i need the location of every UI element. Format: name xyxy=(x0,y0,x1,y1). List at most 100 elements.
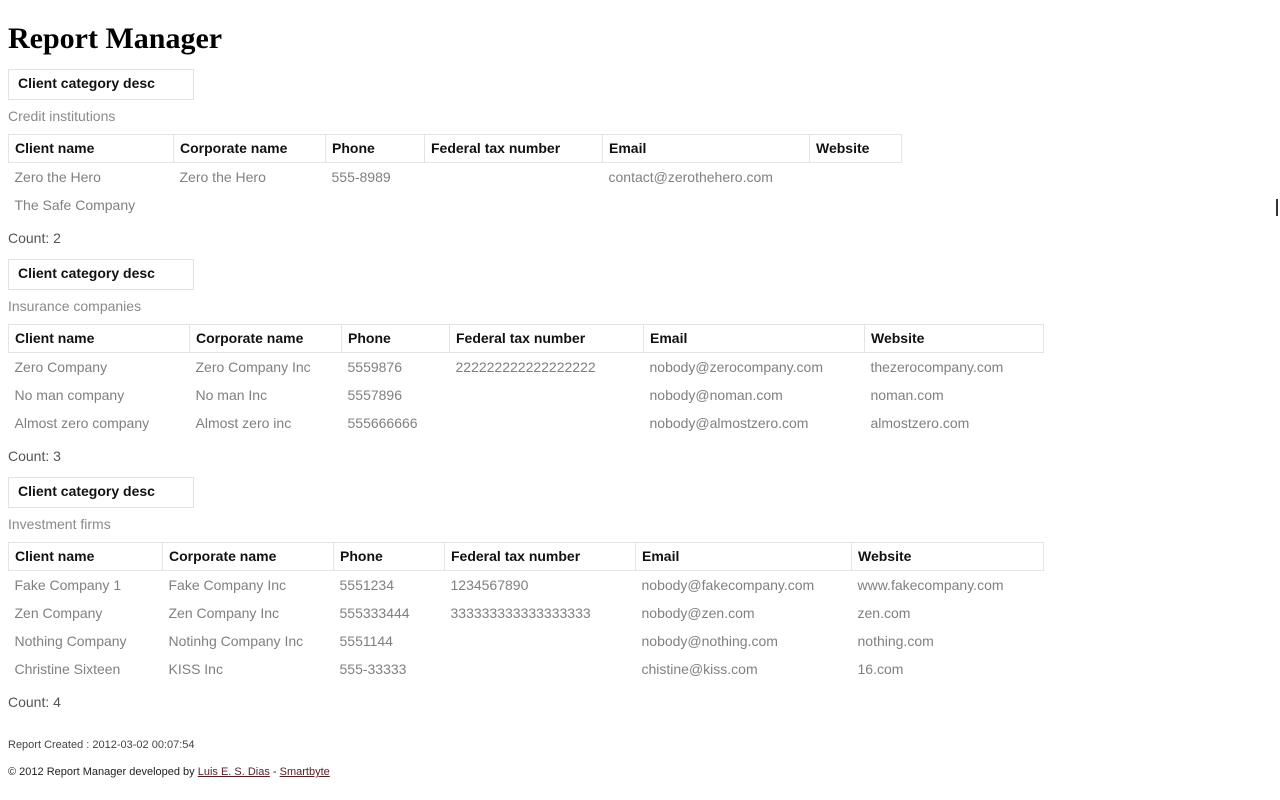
table-cell: Zero Company xyxy=(9,353,190,382)
table-cell: nobody@zen.com xyxy=(636,599,852,627)
table-cell xyxy=(445,655,636,683)
column-header: Client name xyxy=(9,543,163,571)
table-cell: 555666666 xyxy=(342,409,450,437)
category-description: Investment firms xyxy=(8,516,1280,532)
category-header-box: Client category desc xyxy=(8,477,194,508)
row-count: Count: 4 xyxy=(8,694,1280,710)
report-page: Report Manager Client category desc Credi… xyxy=(0,0,1280,779)
column-header: Phone xyxy=(334,543,445,571)
table-cell: Christine Sixteen xyxy=(9,655,163,683)
reports-container: Client category desc Credit institutions C… xyxy=(0,56,1280,710)
table-cell xyxy=(445,627,636,655)
table-cell: Almost zero company xyxy=(9,409,190,437)
report-table: Client nameCorporate namePhoneFederal ta… xyxy=(8,134,902,219)
column-header: Federal tax number xyxy=(445,543,636,571)
table-cell xyxy=(810,191,902,219)
row-count: Count: 3 xyxy=(8,448,1280,464)
table-cell: Zero Company Inc xyxy=(190,353,342,382)
table-cell: www.fakecompany.com xyxy=(852,571,1044,600)
table-cell: nothing.com xyxy=(852,627,1044,655)
table-cell: nobody@zerocompany.com xyxy=(644,353,865,382)
category-description: Insurance companies xyxy=(8,298,1280,314)
table-cell: contact@zerothehero.com xyxy=(603,163,810,192)
table-cell: Fake Company 1 xyxy=(9,571,163,600)
table-cell: Almost zero inc xyxy=(190,409,342,437)
table-cell: 5551234 xyxy=(334,571,445,600)
table-cell xyxy=(174,191,326,219)
category-header-label: Client category desc xyxy=(18,265,155,281)
column-header: Federal tax number xyxy=(425,135,603,163)
company-link[interactable]: Smartbyte xyxy=(280,766,330,778)
table-cell: 222222222222222222 xyxy=(450,353,644,382)
table-cell xyxy=(603,191,810,219)
column-header: Email xyxy=(636,543,852,571)
table-cell: 5559876 xyxy=(342,353,450,382)
table-cell: thezerocompany.com xyxy=(865,353,1044,382)
report-group: Client category desc Investment firms Clie… xyxy=(0,464,1280,710)
table-row: Zero CompanyZero Company Inc555987622222… xyxy=(9,353,1044,382)
table-cell: Nothing Company xyxy=(9,627,163,655)
table-cell: The Safe Company xyxy=(9,191,174,219)
table-cell xyxy=(425,191,603,219)
column-header: Federal tax number xyxy=(450,325,644,353)
table-cell: 555-33333 xyxy=(334,655,445,683)
column-header: Website xyxy=(810,135,902,163)
table-row: No man companyNo man Inc5557896nobody@no… xyxy=(9,381,1044,409)
table-cell: 333333333333333333 xyxy=(445,599,636,627)
table-cell: almostzero.com xyxy=(865,409,1044,437)
footer-credit-prefix: © 2012 Report Manager developed by xyxy=(8,766,198,778)
table-cell: nobody@fakecompany.com xyxy=(636,571,852,600)
table-cell: Zen Company Inc xyxy=(163,599,334,627)
column-header: Client name xyxy=(9,135,174,163)
report-table: Client nameCorporate namePhoneFederal ta… xyxy=(8,324,1044,437)
table-row: Zero the HeroZero the Hero555-8989contac… xyxy=(9,163,902,192)
column-header: Email xyxy=(603,135,810,163)
table-row: Almost zero companyAlmost zero inc555666… xyxy=(9,409,1044,437)
page-title: Report Manager xyxy=(0,0,1280,56)
table-cell: nobody@noman.com xyxy=(644,381,865,409)
table-cell: 16.com xyxy=(852,655,1044,683)
table-cell: Zero the Hero xyxy=(174,163,326,192)
column-header: Email xyxy=(644,325,865,353)
row-count: Count: 2 xyxy=(8,230,1280,246)
footer-separator: - xyxy=(270,766,280,778)
page-footer: Report Created : 2012-03-02 00:07:54 © 2… xyxy=(8,738,1280,779)
category-header-label: Client category desc xyxy=(18,483,155,499)
category-description: Credit institutions xyxy=(8,108,1280,124)
table-row: Fake Company 1Fake Company Inc5551234123… xyxy=(9,571,1044,600)
table-row: Christine SixteenKISS Inc555-33333chisti… xyxy=(9,655,1044,683)
table-cell: 5557896 xyxy=(342,381,450,409)
table-cell xyxy=(810,163,902,192)
column-header: Phone xyxy=(342,325,450,353)
category-header-box: Client category desc xyxy=(8,259,194,290)
table-cell: No man Inc xyxy=(190,381,342,409)
category-header-label: Client category desc xyxy=(18,75,155,91)
table-cell xyxy=(326,191,425,219)
table-cell: 5551144 xyxy=(334,627,445,655)
table-header-row: Client nameCorporate namePhoneFederal ta… xyxy=(9,325,1044,353)
table-cell xyxy=(450,381,644,409)
table-header-row: Client nameCorporate namePhoneFederal ta… xyxy=(9,135,902,163)
table-cell: 555-8989 xyxy=(326,163,425,192)
table-cell xyxy=(425,163,603,192)
footer-credit: © 2012 Report Manager developed by Luis … xyxy=(8,765,1280,779)
table-cell: 555333444 xyxy=(334,599,445,627)
column-header: Website xyxy=(865,325,1044,353)
table-cell: nobody@almostzero.com xyxy=(644,409,865,437)
text-cursor-caret xyxy=(1276,199,1278,216)
author-link[interactable]: Luis E. S. Dias xyxy=(198,766,270,778)
column-header: Corporate name xyxy=(174,135,326,163)
table-cell: noman.com xyxy=(865,381,1044,409)
table-row: Nothing CompanyNotinhg Company Inc555114… xyxy=(9,627,1044,655)
table-cell: KISS Inc xyxy=(163,655,334,683)
table-row: Zen CompanyZen Company Inc55533344433333… xyxy=(9,599,1044,627)
column-header: Phone xyxy=(326,135,425,163)
table-cell: Fake Company Inc xyxy=(163,571,334,600)
column-header: Website xyxy=(852,543,1044,571)
report-table: Client nameCorporate namePhoneFederal ta… xyxy=(8,542,1044,683)
table-header-row: Client nameCorporate namePhoneFederal ta… xyxy=(9,543,1044,571)
column-header: Corporate name xyxy=(163,543,334,571)
table-cell: Zen Company xyxy=(9,599,163,627)
table-cell: nobody@nothing.com xyxy=(636,627,852,655)
table-cell: Zero the Hero xyxy=(9,163,174,192)
